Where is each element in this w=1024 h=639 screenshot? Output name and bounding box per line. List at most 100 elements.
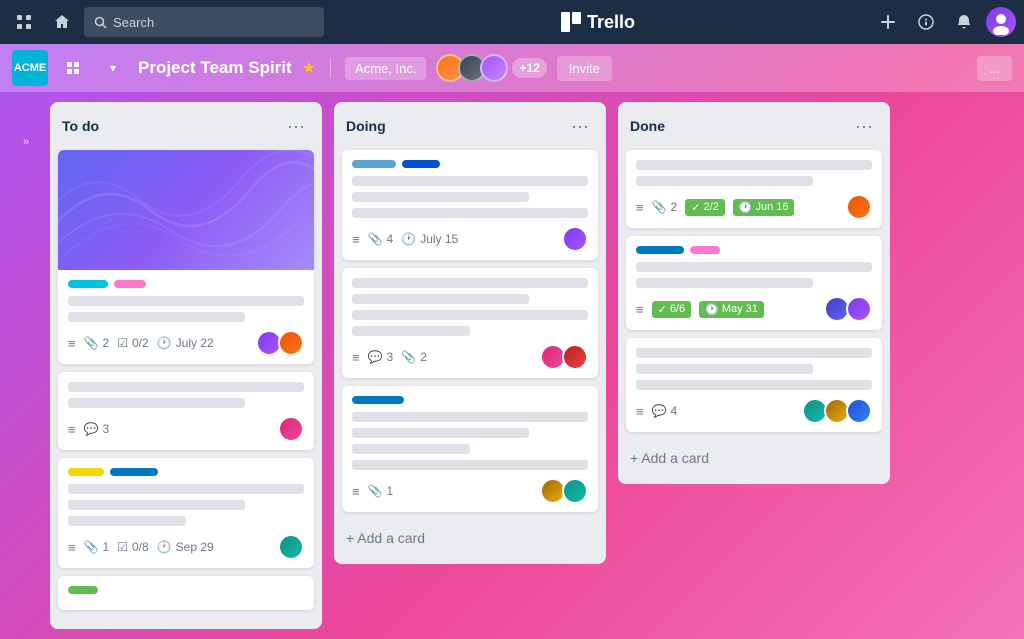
workspace-label[interactable]: Acme, Inc. — [345, 57, 426, 80]
acme-logo[interactable]: ACME — [12, 50, 48, 86]
done-card-2[interactable]: ≡ ✓ 6/6 🕐 May 31 — [626, 236, 882, 330]
card-text-line — [68, 296, 304, 306]
card-footer: ≡ 📎 1 ☑ 0/8 🕐 Sep 29 — [68, 534, 304, 560]
star-icon[interactable]: ★ — [302, 58, 316, 78]
column-doing: Doing ··· ≡ 📎 4 🕐 July 15 — [334, 102, 606, 564]
label-magenta — [690, 246, 720, 254]
due-date-text: July 22 — [176, 336, 214, 350]
card-avatar[interactable] — [278, 534, 304, 560]
card-attachments: 📎 2 — [401, 350, 427, 364]
checklist-progress: 0/8 — [132, 540, 149, 554]
done-card-1[interactable]: ≡ 📎 2 ✓ 2/2 🕐 Jun 16 — [626, 150, 882, 228]
card-footer: ≡ 💬 3 📎 2 — [352, 344, 588, 370]
member-avatar-3[interactable] — [480, 54, 508, 82]
attachment-count: 2 — [671, 200, 678, 214]
doing-card-2[interactable]: ≡ 💬 3 📎 2 — [342, 268, 598, 378]
add-card-button[interactable]: + Add a card — [58, 620, 314, 629]
card-avatar[interactable] — [562, 478, 588, 504]
doing-card-3[interactable]: ≡ 📎 1 — [342, 386, 598, 512]
add-button[interactable] — [872, 6, 904, 38]
column-doing-more[interactable]: ··· — [566, 112, 594, 140]
card-text-line — [636, 380, 872, 390]
checklist-icon: ☑ — [117, 336, 128, 350]
card-labels — [352, 396, 588, 404]
label-blue — [636, 246, 684, 254]
card-text-line — [352, 310, 588, 320]
card-avatars — [540, 344, 588, 370]
card-footer: ≡ 📎 2 ☑ 0/2 🕐 July 22 — [68, 330, 304, 356]
notification-bell-icon[interactable] — [948, 6, 980, 38]
card-avatar[interactable] — [562, 226, 588, 252]
card-avatar[interactable] — [278, 330, 304, 356]
card-avatar[interactable] — [562, 344, 588, 370]
card-due-date: 🕐 July 22 — [157, 336, 214, 350]
card-text-line — [68, 500, 245, 510]
card-text-line — [68, 312, 245, 322]
due-date-text: July 15 — [420, 232, 458, 246]
trello-logo: Trello — [330, 12, 866, 33]
checklist-progress: 0/2 — [132, 336, 149, 350]
list-icon: ≡ — [352, 232, 360, 247]
column-done: Done ··· ≡ 📎 2 ✓ 2/2 🕐 Jun 16 — [618, 102, 890, 484]
home-button[interactable] — [46, 6, 78, 38]
member-count-badge[interactable]: +12 — [512, 58, 546, 78]
card-text-line — [68, 484, 304, 494]
card-comments: 💬 3 — [84, 422, 110, 436]
grid-menu-icon[interactable] — [8, 6, 40, 38]
todo-card-3[interactable]: ≡ 📎 1 ☑ 0/8 🕐 Sep 29 — [58, 458, 314, 568]
column-todo-title: To do — [62, 118, 99, 134]
chevron-down-icon[interactable]: ▾ — [98, 53, 128, 83]
search-bar[interactable]: Search — [84, 7, 324, 37]
column-doing-title: Doing — [346, 118, 386, 134]
column-done-more[interactable]: ··· — [850, 112, 878, 140]
card-avatar[interactable] — [846, 398, 872, 424]
info-button[interactable] — [910, 6, 942, 38]
list-icon: ≡ — [636, 404, 644, 419]
todo-card-2[interactable]: ≡ 💬 3 — [58, 372, 314, 450]
card-footer: ≡ ✓ 6/6 🕐 May 31 — [636, 296, 872, 322]
label-green — [68, 586, 98, 594]
card-text-line — [352, 412, 588, 422]
card-attachments: 📎 1 — [84, 540, 110, 554]
board-more-button[interactable]: ... — [977, 56, 1012, 81]
sidebar-toggle[interactable]: » — [14, 112, 38, 172]
card-comments: 💬 3 — [368, 350, 394, 364]
card-checklist: ☑ 0/2 — [117, 336, 148, 350]
column-todo-more[interactable]: ··· — [282, 112, 310, 140]
board-view-toggle[interactable] — [58, 53, 88, 83]
due-date-text: Sep 29 — [176, 540, 214, 554]
card-avatar[interactable] — [846, 194, 872, 220]
label-cyan — [68, 280, 108, 288]
comment-count: 3 — [387, 350, 394, 364]
attachment-count: 1 — [103, 540, 110, 554]
todo-card-1[interactable]: ≡ 📎 2 ☑ 0/2 🕐 July 22 — [58, 150, 314, 364]
doing-card-1[interactable]: ≡ 📎 4 🕐 July 15 — [342, 150, 598, 260]
done-card-3[interactable]: ≡ 💬 4 — [626, 338, 882, 432]
comment-icon: 💬 — [368, 350, 383, 364]
add-card-button[interactable]: + Add a card — [342, 522, 598, 554]
card-attachments: 📎 4 — [368, 232, 394, 246]
check-icon: ✓ — [658, 303, 667, 316]
card-avatar[interactable] — [846, 296, 872, 322]
board-content: » To do ··· — [0, 92, 1024, 639]
card-labels — [636, 246, 872, 254]
card-avatars — [278, 416, 304, 442]
date-badge: 🕐 Jun 16 — [733, 199, 795, 216]
invite-button[interactable]: Invite — [557, 56, 612, 81]
paperclip-icon: 📎 — [401, 350, 416, 364]
clock-icon: 🕐 — [401, 232, 416, 246]
card-text-line — [636, 348, 872, 358]
user-avatar[interactable] — [986, 7, 1016, 37]
paperclip-icon: 📎 — [368, 232, 383, 246]
list-icon: ≡ — [68, 422, 76, 437]
card-avatars — [824, 296, 872, 322]
add-card-button[interactable]: + Add a card — [626, 442, 882, 474]
paperclip-icon: 📎 — [84, 540, 99, 554]
todo-card-4[interactable] — [58, 576, 314, 610]
card-avatar[interactable] — [278, 416, 304, 442]
comment-count: 3 — [103, 422, 110, 436]
card-text-line — [352, 444, 470, 454]
checklist-text: 2/2 — [703, 201, 718, 213]
clock-icon: 🕐 — [739, 201, 753, 214]
top-navigation: Search Trello — [0, 0, 1024, 44]
